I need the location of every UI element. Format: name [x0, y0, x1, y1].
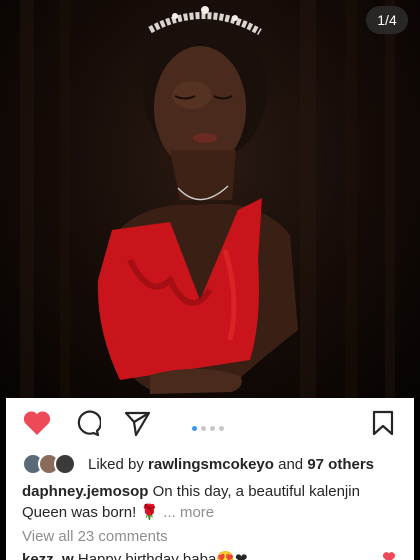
- heart-filled-icon: [23, 411, 51, 435]
- post-image[interactable]: 1/4: [0, 0, 420, 398]
- caption-more-link[interactable]: ... more: [163, 504, 214, 521]
- post-footer: Liked by rawlingsmcokeyo and 97 others d…: [6, 398, 414, 560]
- view-all-comments-link[interactable]: View all 23 comments: [22, 528, 168, 545]
- image-counter: 1/4: [366, 6, 408, 34]
- comment-icon: [77, 410, 101, 437]
- share-button[interactable]: [120, 406, 154, 440]
- carousel-dot-2: [201, 426, 206, 431]
- likes-connector: and: [278, 455, 304, 473]
- rose-emoji: 🌹: [140, 504, 160, 521]
- carousel-dot-4: [219, 426, 224, 431]
- bookmark-icon: [372, 410, 394, 436]
- carousel-dot-3: [210, 426, 215, 431]
- liker-avatars: [22, 453, 80, 475]
- likes-row[interactable]: Liked by rawlingsmcokeyo and 97 others: [22, 453, 374, 475]
- liker-username[interactable]: rawlingsmcokeyo: [148, 456, 274, 473]
- action-bar: [6, 406, 414, 440]
- likes-summary: Liked by rawlingsmcokeyo and 97 others: [88, 456, 374, 473]
- comment-preview: kezz_w Happy birthday baba😍❤: [22, 550, 402, 560]
- likes-prefix: Liked by: [88, 455, 144, 473]
- save-button[interactable]: [366, 406, 400, 440]
- caption-username[interactable]: daphney.jemosop: [22, 483, 148, 500]
- comment-username[interactable]: kezz_w: [22, 551, 74, 560]
- likes-others[interactable]: 97 others: [307, 456, 374, 473]
- comment-button[interactable]: [70, 406, 104, 440]
- avatar: [54, 453, 76, 475]
- send-icon: [124, 411, 151, 437]
- like-button[interactable]: [20, 406, 54, 440]
- post-caption: daphney.jemosop On this day, a beautiful…: [22, 481, 402, 523]
- carousel-indicator: [192, 426, 224, 431]
- comment-like-icon[interactable]: [382, 551, 396, 560]
- carousel-dot-1: [192, 426, 197, 431]
- portrait-illustration: [20, 0, 395, 398]
- comment-text: Happy birthday baba😍❤: [77, 551, 248, 560]
